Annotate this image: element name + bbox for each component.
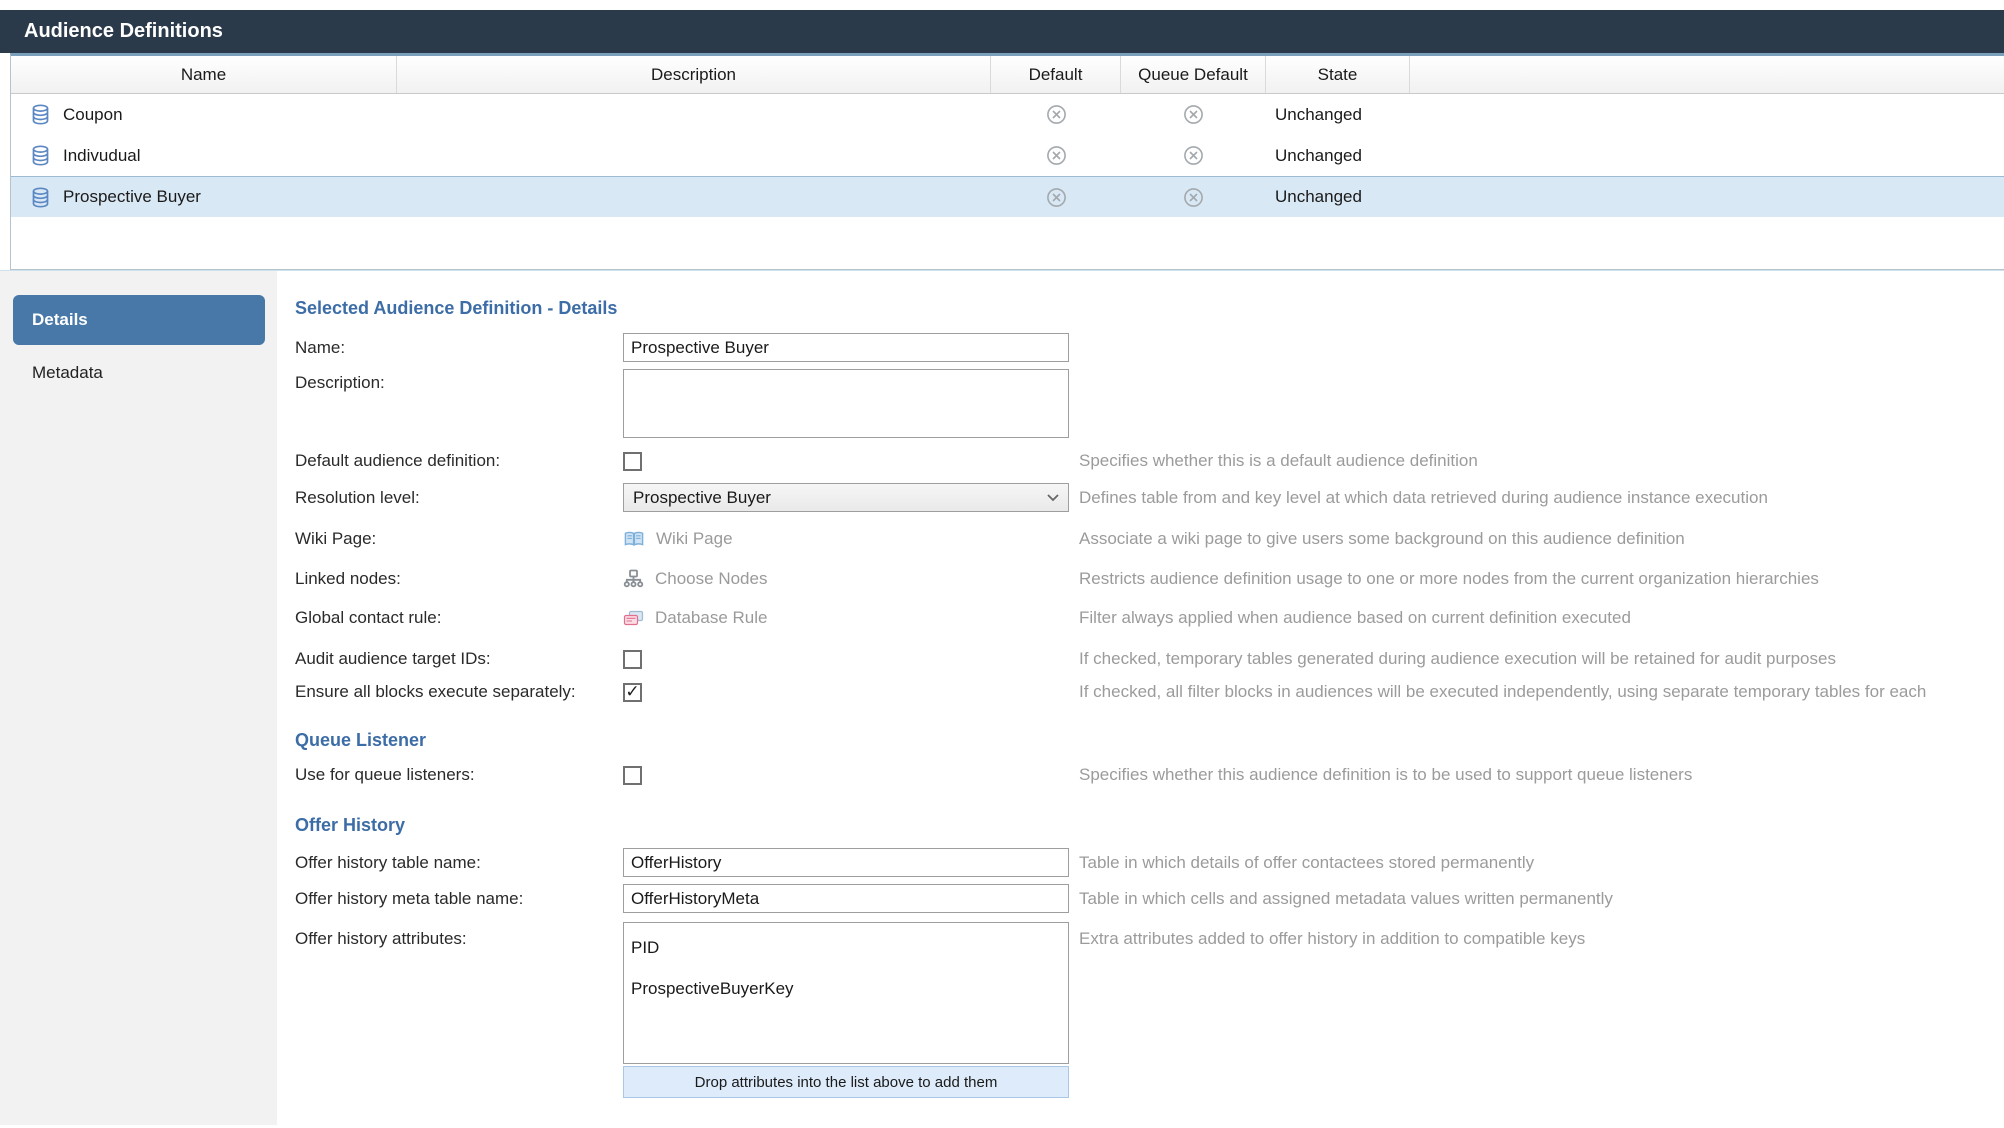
oh-meta-input[interactable] [623,884,1069,913]
audit-ids-checkbox[interactable] [623,650,642,669]
resolution-level-label: Resolution level: [295,488,623,508]
details-panel: Selected Audience Definition - Details N… [277,271,2004,1125]
database-icon [31,187,50,208]
state-value: Unchanged [1266,187,1410,207]
audience-table: Name Description Default Queue Default S… [10,53,2004,270]
oh-attrs-label: Offer history attributes: [295,922,623,949]
queue-default-toggle-cell [1121,144,1266,167]
column-header-description[interactable]: Description [397,56,991,93]
database-rule-link[interactable]: Database Rule [623,608,1069,628]
resolution-level-select[interactable]: Prospective Buyer [623,483,1069,512]
choose-nodes-link[interactable]: Choose Nodes [623,569,1069,589]
audience-name: Prospective Buyer [63,187,201,207]
column-header-default[interactable]: Default [991,56,1121,93]
row-name-cell: Prospective Buyer [11,187,397,208]
column-header-queue-default[interactable]: Queue Default [1121,56,1266,93]
column-header-name[interactable]: Name [11,56,397,93]
oh-table-help: Table in which details of offer contacte… [1069,853,2004,873]
resolution-level-help: Defines table from and key level at whic… [1069,488,2004,508]
resolution-level-value: Prospective Buyer [633,488,771,508]
audit-ids-label: Audit audience target IDs: [295,649,623,669]
global-contact-rule-label: Global contact rule: [295,608,623,628]
description-label: Description: [295,369,623,393]
state-value: Unchanged [1266,105,1410,125]
wiki-book-icon [623,531,645,548]
details-sidebar: Details Metadata [0,271,277,1125]
default-toggle-cell [991,144,1121,167]
attr-list-item[interactable]: ProspectiveBuyerKey [624,970,1068,1011]
page-title: Audience Definitions [0,10,2004,53]
audience-name: Indivudual [63,146,141,166]
table-header-row: Name Description Default Queue Default S… [11,56,2004,94]
state-value: Unchanged [1266,146,1410,166]
circled-x-icon[interactable] [1045,144,1068,167]
circled-x-icon[interactable] [1045,103,1068,126]
use-queue-checkbox[interactable] [623,766,642,785]
ensure-blocks-help: If checked, all filter blocks in audienc… [1069,682,2004,702]
chevron-down-icon [1047,494,1059,502]
tab-metadata[interactable]: Metadata [0,363,277,383]
column-header-state[interactable]: State [1266,56,1410,93]
oh-attrs-list[interactable]: PID ProspectiveBuyerKey [623,922,1069,1064]
choose-nodes-link-label: Choose Nodes [655,569,767,589]
circled-x-icon[interactable] [1045,186,1068,209]
default-audience-checkbox[interactable] [623,452,642,471]
oh-meta-help: Table in which cells and assigned metada… [1069,889,2004,909]
ensure-blocks-checkbox[interactable] [623,683,642,702]
offer-history-heading: Offer History [295,815,2004,836]
linked-nodes-help: Restricts audience definition usage to o… [1069,569,2004,589]
default-audience-label: Default audience definition: [295,451,623,471]
queue-listener-heading: Queue Listener [295,730,2004,751]
wiki-page-link-label: Wiki Page [656,529,733,549]
attrs-dropzone[interactable]: Drop attributes into the list above to a… [623,1066,1069,1098]
column-header-filler [1410,56,2004,93]
table-row[interactable]: Coupon Unchanged [11,94,2004,135]
panel-heading: Selected Audience Definition - Details [295,298,2004,319]
oh-table-input[interactable] [623,848,1069,877]
default-toggle-cell [991,103,1121,126]
linked-nodes-label: Linked nodes: [295,569,623,589]
use-queue-help: Specifies whether this audience definiti… [1069,765,2004,785]
oh-meta-label: Offer history meta table name: [295,889,623,909]
use-queue-label: Use for queue listeners: [295,765,623,785]
attr-list-item[interactable]: PID [624,929,1068,970]
circled-x-icon[interactable] [1182,144,1205,167]
oh-attrs-help: Extra attributes added to offer history … [1069,922,2004,949]
circled-x-icon[interactable] [1182,103,1205,126]
queue-default-toggle-cell [1121,186,1266,209]
description-input[interactable] [623,369,1069,438]
oh-table-label: Offer history table name: [295,853,623,873]
rule-cards-icon [623,610,644,627]
database-icon [31,145,50,166]
row-name-cell: Coupon [11,104,397,125]
name-label: Name: [295,338,623,358]
global-contact-rule-help: Filter always applied when audience base… [1069,608,2004,628]
table-row[interactable]: Indivudual Unchanged [11,135,2004,176]
top-margin [0,0,2004,10]
circled-x-icon[interactable] [1182,186,1205,209]
audience-name: Coupon [63,105,123,125]
name-input[interactable] [623,333,1069,362]
tab-details[interactable]: Details [13,295,265,345]
queue-default-toggle-cell [1121,103,1266,126]
wiki-page-link[interactable]: Wiki Page [623,529,1069,549]
wiki-page-help: Associate a wiki page to give users some… [1069,529,2004,549]
database-icon [31,104,50,125]
wiki-page-label: Wiki Page: [295,529,623,549]
database-rule-link-label: Database Rule [655,608,767,628]
default-toggle-cell [991,186,1121,209]
row-name-cell: Indivudual [11,145,397,166]
table-row-selected[interactable]: Prospective Buyer Unchanged [11,176,2004,217]
hierarchy-icon [623,569,644,589]
ensure-blocks-label: Ensure all blocks execute separately: [295,682,623,702]
default-audience-help: Specifies whether this is a default audi… [1069,451,2004,471]
audit-ids-help: If checked, temporary tables generated d… [1069,649,2004,669]
